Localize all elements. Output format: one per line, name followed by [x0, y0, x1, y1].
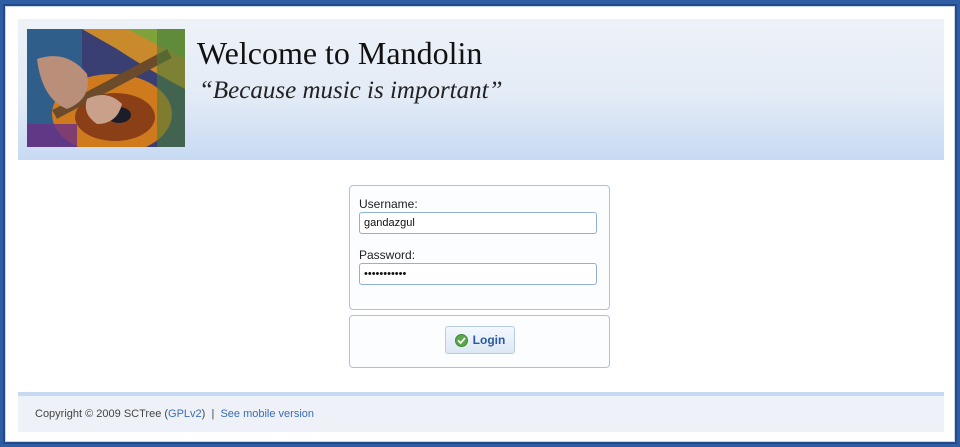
login-form: Username: Password:: [349, 185, 610, 310]
username-input[interactable]: [359, 212, 597, 234]
password-input[interactable]: [359, 263, 597, 285]
tagline: “Because music is important”: [199, 77, 503, 104]
footer-separator: |: [211, 408, 215, 420]
login-button-label: Login: [472, 333, 506, 347]
guitar-banner-image: [27, 29, 185, 147]
copyright-text: Copyright © 2009 SCTree (: [35, 408, 169, 420]
username-label: Username:: [359, 197, 418, 211]
page-frame: Welcome to Mandolin “Because music is im…: [5, 6, 955, 442]
login-button[interactable]: Login: [445, 326, 515, 354]
page-title: Welcome to Mandolin: [197, 35, 483, 71]
checkmark-icon: [454, 333, 468, 347]
license-link[interactable]: GPLv2: [168, 408, 202, 420]
footer: Copyright © 2009 SCTree (GPLv2) | See mo…: [18, 396, 944, 432]
mobile-version-link[interactable]: See mobile version: [220, 408, 314, 420]
password-label: Password:: [359, 248, 416, 262]
login-actions: Login: [349, 315, 610, 368]
header: Welcome to Mandolin “Because music is im…: [18, 19, 944, 160]
license-close: ): [201, 408, 206, 420]
